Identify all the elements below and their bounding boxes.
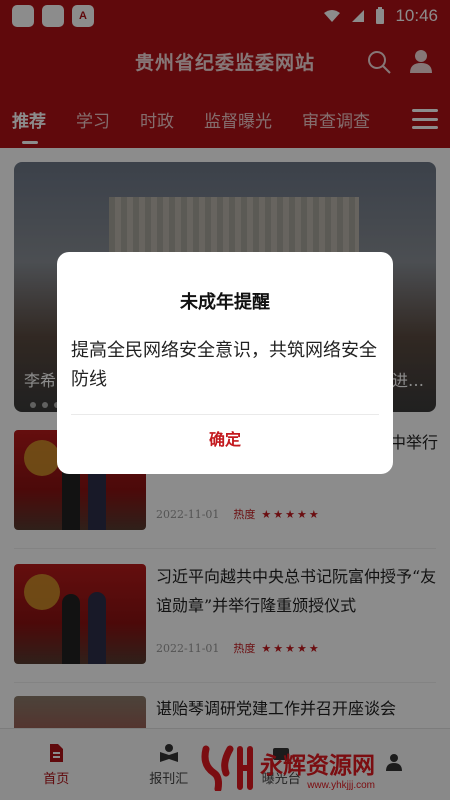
dialog-message: 提高全民网络安全意识，共筑网络安全防线 (71, 340, 377, 390)
dialog-title: 未成年提醒 (180, 292, 270, 313)
minor-reminder-dialog: 未成年提醒 提高全民网络安全意识，共筑网络安全防线 确定 (57, 252, 393, 474)
dialog-divider (71, 414, 379, 415)
confirm-button[interactable]: 确定 (57, 426, 393, 450)
